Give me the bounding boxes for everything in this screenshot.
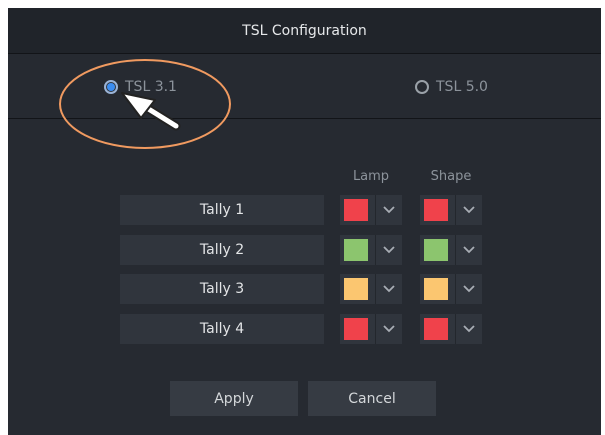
radio-label-tsl-3-1: TSL 3.1 <box>125 79 177 95</box>
lamp-color-select[interactable] <box>340 274 402 304</box>
cancel-button[interactable]: Cancel <box>308 381 436 416</box>
dialog-title: TSL Configuration <box>8 8 601 53</box>
lamp-color-swatch <box>344 238 368 261</box>
shape-column-header: Shape <box>430 169 472 184</box>
protocol-divider <box>8 118 601 119</box>
chevron-down-icon[interactable] <box>456 285 482 293</box>
lamp-color-swatch <box>344 317 368 340</box>
tsl-configuration-dialog: TSL Configuration TSL 3.1 TSL 5.0 Lamp S… <box>8 8 601 435</box>
shape-color-select[interactable] <box>420 195 482 225</box>
tally-label: Tally 2 <box>120 234 324 265</box>
lamp-color-select[interactable] <box>340 234 402 265</box>
chevron-down-icon[interactable] <box>456 324 482 333</box>
shape-color-select[interactable] <box>420 234 482 265</box>
radio-unselected-icon <box>415 80 429 94</box>
radio-tsl-5-0[interactable]: TSL 5.0 <box>415 79 488 95</box>
lamp-color-select[interactable] <box>340 195 402 225</box>
radio-selected-icon <box>104 80 118 94</box>
title-divider <box>8 53 601 54</box>
apply-button[interactable]: Apply <box>170 381 298 416</box>
shape-color-swatch <box>424 238 448 261</box>
chevron-down-icon[interactable] <box>456 245 482 254</box>
chevron-down-icon[interactable] <box>376 285 402 293</box>
tally-label: Tally 3 <box>120 274 324 304</box>
shape-color-swatch <box>424 317 448 340</box>
radio-label-tsl-5-0: TSL 5.0 <box>436 79 488 95</box>
chevron-down-icon[interactable] <box>376 206 402 214</box>
shape-color-select[interactable] <box>420 313 482 344</box>
tally-label: Tally 1 <box>120 195 324 225</box>
radio-tsl-3-1[interactable]: TSL 3.1 <box>104 79 177 95</box>
shape-color-select[interactable] <box>420 274 482 304</box>
lamp-color-select[interactable] <box>340 313 402 344</box>
chevron-down-icon[interactable] <box>456 206 482 214</box>
lamp-color-swatch <box>344 278 368 300</box>
chevron-down-icon[interactable] <box>376 324 402 333</box>
lamp-column-header: Lamp <box>352 169 390 184</box>
shape-color-swatch <box>424 199 448 221</box>
chevron-down-icon[interactable] <box>376 245 402 254</box>
lamp-color-swatch <box>344 199 368 221</box>
tally-label: Tally 4 <box>120 313 324 344</box>
shape-color-swatch <box>424 278 448 300</box>
